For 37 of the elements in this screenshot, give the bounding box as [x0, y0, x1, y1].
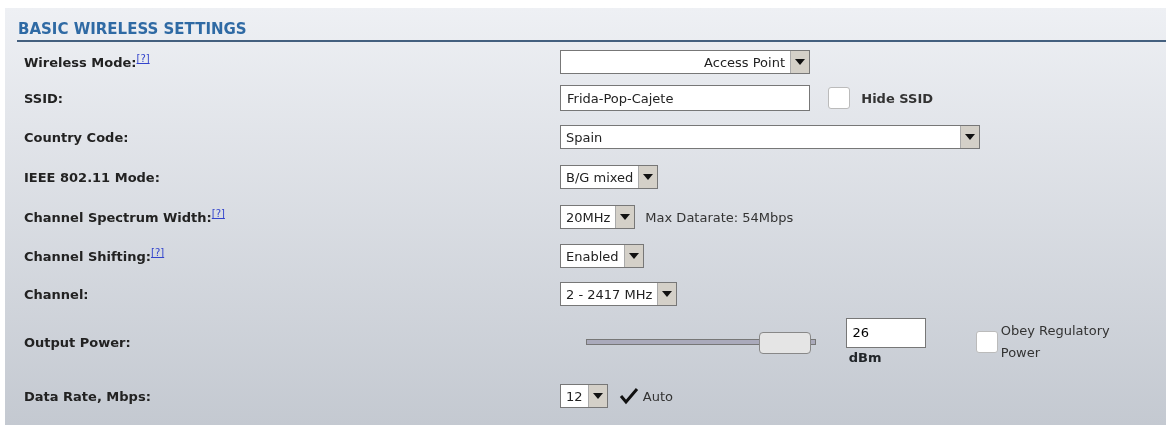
checkbox-label: Hide SSID — [861, 89, 933, 108]
field-label: Channel Spectrum Width: — [24, 210, 212, 226]
dropdown[interactable]: 12 — [560, 384, 608, 409]
caret-icon — [620, 214, 631, 221]
dropdown[interactable]: 20MHz — [560, 205, 636, 230]
dropdown[interactable]: Spain — [560, 125, 980, 150]
caret-icon — [628, 253, 639, 260]
text-field[interactable]: Frida-Pop-Cajete — [560, 85, 810, 112]
dropdown[interactable]: 2 - 2417 MHz — [560, 282, 678, 307]
checkbox[interactable] — [975, 331, 998, 354]
caret-icon — [592, 393, 603, 400]
help-link[interactable]: [?] — [211, 208, 225, 220]
field-label: Channel: — [24, 286, 89, 302]
power-field[interactable]: 26 — [845, 317, 926, 348]
section-title: BASIC WIRELESS SETTINGS — [17, 19, 248, 40]
dropdown[interactable]: Enabled — [560, 244, 644, 269]
field-label: Data Rate, Mbps: — [24, 388, 151, 404]
caret-icon — [965, 134, 975, 141]
dropdown[interactable]: Access Point — [560, 50, 810, 75]
checkbox-label: Auto — [642, 387, 673, 406]
field-label: SSID: — [24, 90, 63, 106]
caret-icon — [662, 291, 673, 298]
field-label: Country Code: — [24, 129, 129, 145]
slider-thumb[interactable] — [759, 332, 812, 355]
unit-label: dBm — [847, 348, 883, 367]
datarate-note: Max Datarate: 54Mbps — [645, 208, 794, 227]
checkbox[interactable] — [828, 87, 850, 110]
field-label: IEEE 802.11 Mode: — [24, 169, 160, 185]
field-label: Wireless Mode: — [24, 55, 137, 71]
field-label: Output Power: — [24, 334, 131, 350]
help-link[interactable]: [?] — [151, 247, 165, 259]
caret-icon — [643, 174, 654, 181]
checkbox-label: Obey Regulatory Power — [1000, 322, 1111, 363]
help-link[interactable]: [?] — [136, 53, 150, 65]
dropdown[interactable]: B/G mixed — [560, 165, 659, 190]
caret-icon — [795, 59, 805, 66]
field-label: Channel Shifting: — [24, 249, 152, 265]
